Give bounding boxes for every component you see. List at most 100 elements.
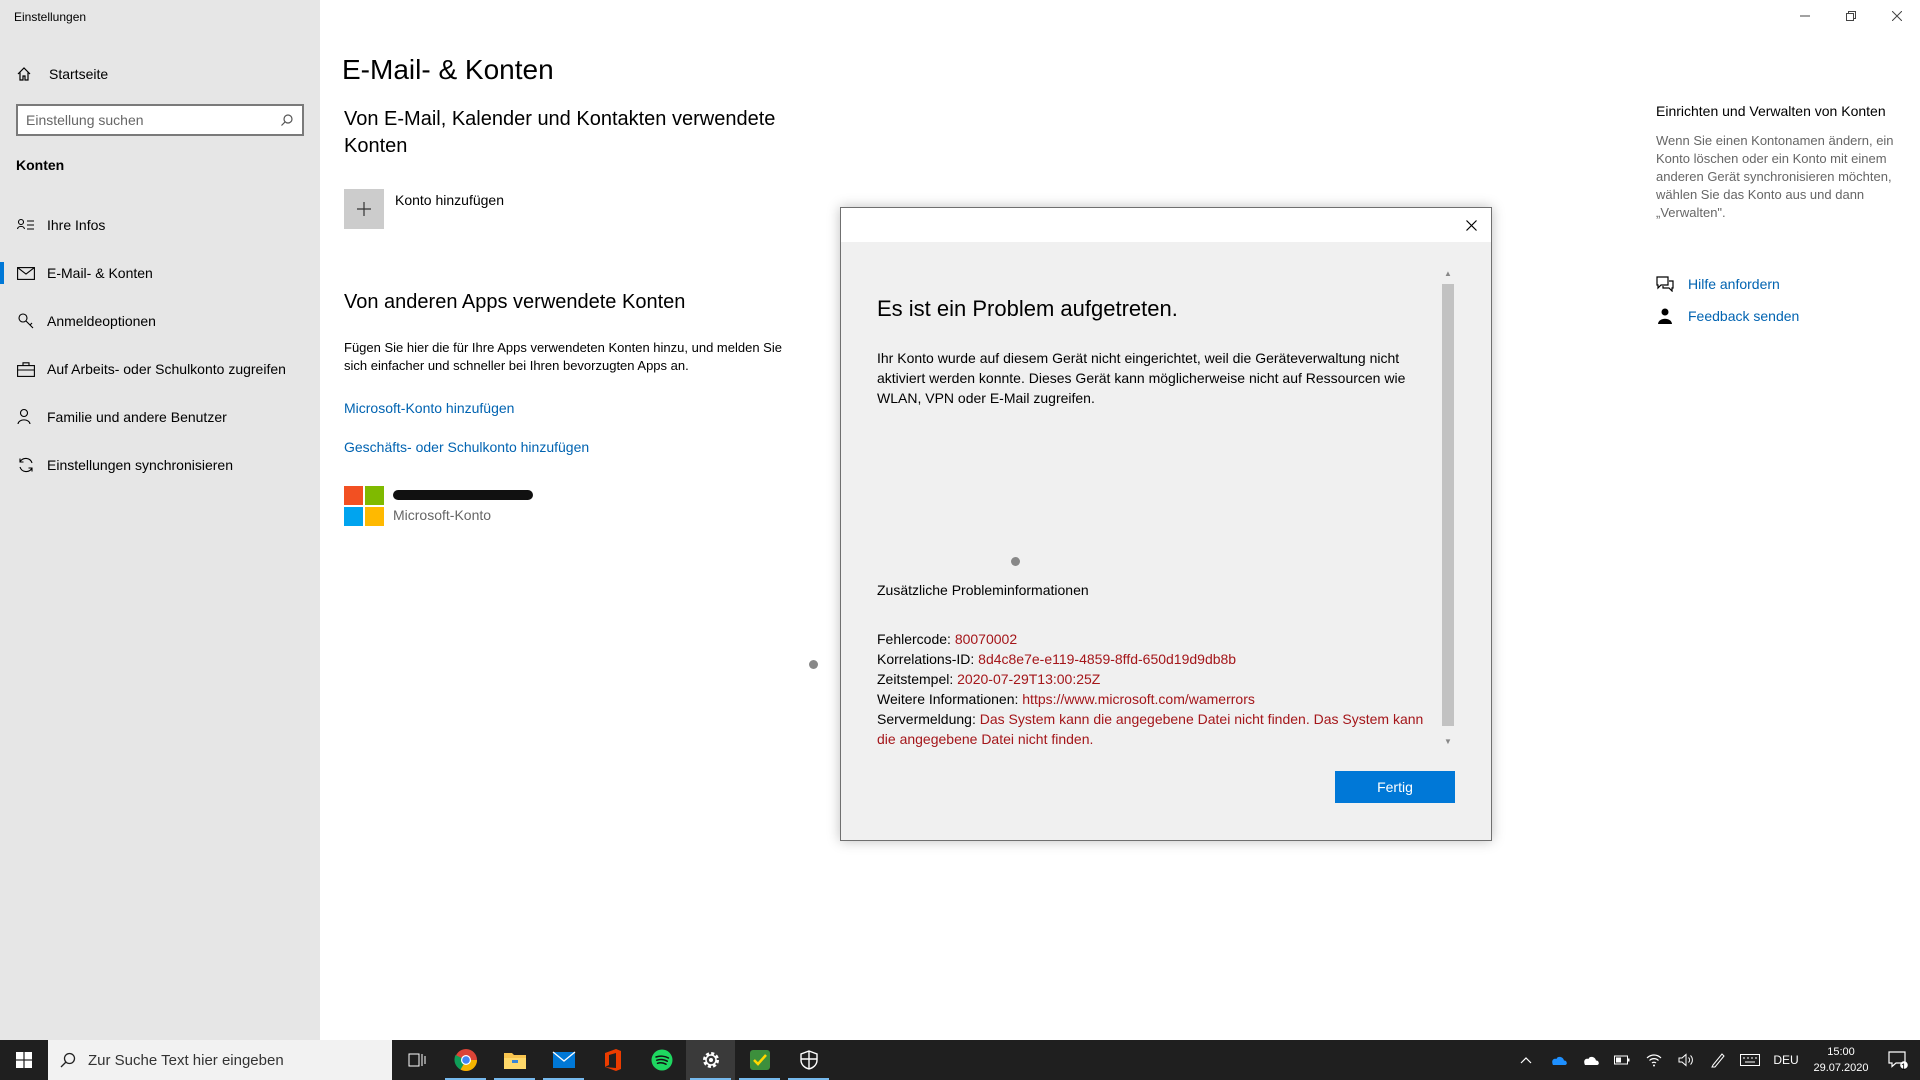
section-title-email-accounts: Von E-Mail, Kalender und Kontakten verwe… bbox=[344, 108, 776, 157]
taskbar-apps bbox=[392, 1040, 833, 1080]
more-info-row: Weitere Informationen: https://www.micro… bbox=[877, 689, 1443, 709]
onedrive-icon[interactable] bbox=[1542, 1054, 1574, 1066]
sidebar-item-anmeldeoptionen[interactable]: Anmeldeoptionen bbox=[0, 299, 320, 343]
microsoft-logo-icon bbox=[344, 486, 384, 526]
volume-icon[interactable] bbox=[1670, 1053, 1702, 1067]
sidebar-item-label: Anmeldeoptionen bbox=[47, 313, 156, 329]
minimize-button[interactable] bbox=[1782, 0, 1828, 32]
keyboard-icon[interactable] bbox=[1734, 1054, 1766, 1066]
plus-icon bbox=[344, 189, 384, 229]
notification-center-icon[interactable]: 1 bbox=[1876, 1051, 1920, 1072]
other-apps-description: Fügen Sie hier die für Ihre Apps verwend… bbox=[344, 340, 782, 373]
more-info-link[interactable]: https://www.microsoft.com/wamerrors bbox=[1022, 691, 1255, 707]
clock-date: 29.07.2020 bbox=[1813, 1062, 1869, 1074]
search-icon[interactable] bbox=[280, 113, 294, 127]
dialog-scrollbar[interactable]: ▲ ▼ bbox=[1441, 268, 1455, 748]
more-info-label: Weitere Informationen: bbox=[877, 691, 1019, 707]
battery-icon[interactable] bbox=[1606, 1055, 1638, 1065]
scroll-down-icon[interactable]: ▼ bbox=[1441, 736, 1455, 748]
sidebar-item-label: Auf Arbeits- oder Schulkonto zugreifen bbox=[47, 361, 286, 377]
correlation-value: 8d4c8e7e-e119-4859-8ffd-650d19d9db8b bbox=[978, 651, 1237, 667]
sidebar: Einstellungen Startseite Konten Ihre Inf… bbox=[0, 0, 320, 1040]
chat-help-icon bbox=[1654, 276, 1676, 292]
dialog-close-button[interactable] bbox=[1461, 215, 1481, 235]
error-code-value: 80070002 bbox=[954, 631, 1018, 647]
settings-search-input[interactable] bbox=[26, 112, 280, 128]
task-view-icon[interactable] bbox=[392, 1040, 441, 1080]
office-icon[interactable] bbox=[588, 1040, 637, 1080]
notification-count: 1 bbox=[1900, 1062, 1906, 1072]
done-button[interactable]: Fertig bbox=[1335, 771, 1455, 803]
error-dialog: Es ist ein Problem aufgetreten. Ihr Kont… bbox=[840, 207, 1492, 841]
timestamp-value: 2020-07-29T13:00:25Z bbox=[957, 671, 1101, 687]
feedback-link-label: Feedback senden bbox=[1688, 308, 1800, 324]
scrollbar-thumb[interactable] bbox=[1442, 284, 1454, 726]
search-icon bbox=[60, 1052, 76, 1068]
mail-icon bbox=[15, 262, 37, 284]
cloud-icon[interactable] bbox=[1574, 1054, 1606, 1066]
sidebar-item-familie[interactable]: Familie und andere Benutzer bbox=[0, 395, 320, 439]
security-shield-icon[interactable] bbox=[784, 1040, 833, 1080]
sidebar-home-label: Startseite bbox=[49, 66, 109, 82]
settings-search[interactable] bbox=[16, 104, 304, 136]
window-title: Einstellungen bbox=[14, 10, 87, 24]
taskbar-search[interactable]: Zur Suche Text hier eingeben bbox=[48, 1040, 392, 1080]
system-tray: DEU 15:00 29.07.2020 1 bbox=[1510, 1040, 1920, 1080]
settings-gear-icon[interactable] bbox=[686, 1040, 735, 1080]
add-account-label: Konto hinzufügen bbox=[395, 192, 504, 208]
input-language[interactable]: DEU bbox=[1766, 1053, 1806, 1067]
spotify-icon[interactable] bbox=[637, 1040, 686, 1080]
start-button[interactable] bbox=[0, 1040, 48, 1080]
sidebar-item-label: Familie und andere Benutzer bbox=[47, 409, 227, 425]
sidebar-section-label: Konten bbox=[16, 157, 65, 173]
sidebar-home[interactable]: Startseite bbox=[16, 63, 108, 85]
wifi-icon[interactable] bbox=[1638, 1053, 1670, 1067]
mail-app-icon[interactable] bbox=[539, 1040, 588, 1080]
help-link-label: Hilfe anfordern bbox=[1688, 276, 1780, 292]
taskbar-search-placeholder: Zur Suche Text hier eingeben bbox=[88, 1051, 284, 1069]
window-controls bbox=[1782, 0, 1920, 32]
sidebar-item-arbeitskonto[interactable]: Auf Arbeits- oder Schulkonto zugreifen bbox=[0, 347, 320, 391]
sidebar-item-label: E-Mail- & Konten bbox=[47, 265, 153, 281]
sidebar-item-ihre-infos[interactable]: Ihre Infos bbox=[0, 203, 320, 247]
pen-icon[interactable] bbox=[1702, 1052, 1734, 1068]
server-message-row: Servermeldung: Das System kann die angeg… bbox=[877, 709, 1443, 749]
shield-check-app-icon[interactable] bbox=[735, 1040, 784, 1080]
dialog-titlebar bbox=[841, 208, 1491, 242]
help-link[interactable]: Hilfe anfordern bbox=[1654, 276, 1780, 292]
right-panel-title: Einrichten und Verwalten von Konten bbox=[1656, 103, 1886, 119]
home-icon bbox=[17, 67, 31, 81]
close-window-button[interactable] bbox=[1874, 0, 1920, 32]
windows-logo-icon bbox=[16, 1052, 32, 1068]
chrome-icon[interactable] bbox=[441, 1040, 490, 1080]
error-code-row: Fehlercode: 80070002 bbox=[877, 629, 1443, 649]
add-microsoft-account-link[interactable]: Microsoft-Konto hinzufügen bbox=[344, 400, 514, 416]
account-entry[interactable]: Microsoft-Konto bbox=[344, 486, 533, 526]
clock-time: 15:00 bbox=[1827, 1046, 1855, 1058]
feedback-link[interactable]: Feedback senden bbox=[1654, 307, 1799, 325]
right-panel-text: Wenn Sie einen Kontonamen ändern, ein Ko… bbox=[1656, 133, 1894, 220]
person-add-icon bbox=[15, 406, 37, 428]
close-icon bbox=[1465, 219, 1477, 231]
page-title: E-Mail- & Konten bbox=[342, 54, 554, 85]
dialog-error-details: Fehlercode: 80070002 Korrelations-ID: 8d… bbox=[877, 629, 1443, 749]
account-email-redacted bbox=[393, 486, 533, 504]
add-work-account-link[interactable]: Geschäfts- oder Schulkonto hinzufügen bbox=[344, 439, 589, 455]
server-message-label: Servermeldung: bbox=[877, 711, 976, 727]
restore-button[interactable] bbox=[1828, 0, 1874, 32]
person-card-icon bbox=[15, 214, 37, 236]
scroll-up-icon[interactable]: ▲ bbox=[1441, 268, 1455, 280]
dialog-heading: Es ist ein Problem aufgetreten. bbox=[877, 296, 1178, 321]
sidebar-item-sync[interactable]: Einstellungen synchronisieren bbox=[0, 443, 320, 487]
system-clock[interactable]: 15:00 29.07.2020 bbox=[1806, 1044, 1876, 1076]
sync-icon bbox=[15, 454, 37, 476]
correlation-row: Korrelations-ID: 8d4c8e7e-e119-4859-8ffd… bbox=[877, 649, 1443, 669]
loading-dot bbox=[1011, 557, 1020, 566]
sidebar-item-label: Einstellungen synchronisieren bbox=[47, 457, 233, 473]
timestamp-row: Zeitstempel: 2020-07-29T13:00:25Z bbox=[877, 669, 1443, 689]
section-title-other-apps: Von anderen Apps verwendete Konten bbox=[344, 291, 686, 313]
sidebar-item-email-konten[interactable]: E-Mail- & Konten bbox=[0, 251, 320, 295]
add-account-button[interactable]: Konto hinzufügen bbox=[344, 189, 504, 229]
file-explorer-icon[interactable] bbox=[490, 1040, 539, 1080]
chevron-up-icon[interactable] bbox=[1510, 1056, 1542, 1064]
